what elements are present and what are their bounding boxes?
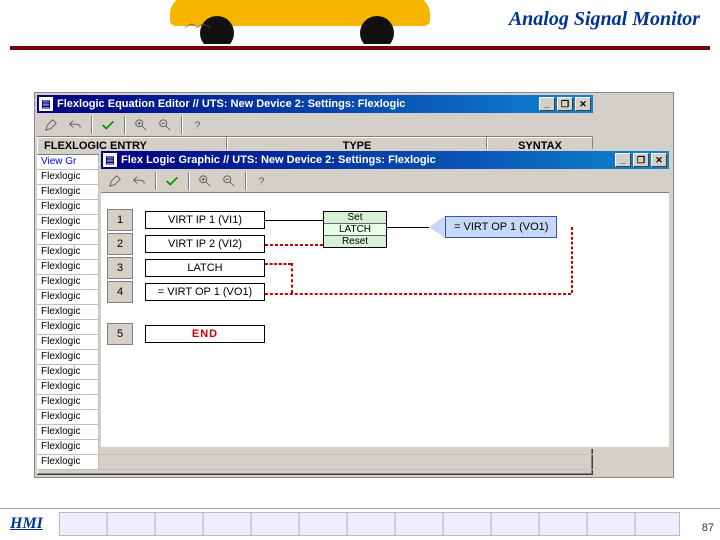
row-label: Flexlogic <box>37 185 99 199</box>
row-label: Flexlogic <box>37 410 99 424</box>
latch-name: LATCH <box>324 224 386 235</box>
view-graphic-link[interactable]: View Gr <box>37 155 99 169</box>
row-label: Flexlogic <box>37 380 99 394</box>
undo-icon[interactable] <box>129 171 149 191</box>
row-label: Flexlogic <box>37 230 99 244</box>
row-label: Flexlogic <box>37 260 99 274</box>
check-icon[interactable] <box>162 171 182 191</box>
logic-block[interactable]: LATCH <box>145 259 265 277</box>
row-label: Flexlogic <box>37 200 99 214</box>
workspace: ▤ Flexlogic Equation Editor // UTS: New … <box>34 92 674 478</box>
row-label: Flexlogic <box>37 395 99 409</box>
zoom-in-icon[interactable] <box>131 115 151 135</box>
connector-dashed <box>291 263 293 293</box>
page-title: Analog Signal Monitor <box>509 8 700 31</box>
row-number: 4 <box>107 281 133 303</box>
connector-dashed <box>265 293 571 295</box>
help-icon[interactable]: ? <box>188 115 208 135</box>
app-icon: ▤ <box>103 153 117 167</box>
svg-text:?: ? <box>259 175 265 187</box>
thumbnail-strip <box>59 512 680 536</box>
row-label: Flexlogic <box>37 215 99 229</box>
close-button[interactable]: ✕ <box>651 153 667 167</box>
maximize-button[interactable]: ❐ <box>557 97 573 111</box>
logic-block[interactable]: VIRT IP 2 (VI2) <box>145 235 265 253</box>
zoom-out-icon[interactable] <box>155 115 175 135</box>
graphic-toolbar: ? <box>101 169 669 193</box>
graphic-title: Flex Logic Graphic // UTS: New Device 2:… <box>121 154 436 166</box>
row-number: 3 <box>107 257 133 279</box>
row-label: Flexlogic <box>37 455 99 469</box>
row-label: Flexlogic <box>37 305 99 319</box>
row-number: 5 <box>107 323 133 345</box>
logic-block[interactable]: VIRT IP 1 (VI1) <box>145 211 265 229</box>
row-label: Flexlogic <box>37 365 99 379</box>
help-icon[interactable]: ? <box>252 171 272 191</box>
latch-set-label: Set <box>324 212 386 224</box>
end-block[interactable]: END <box>145 325 265 343</box>
latch-element[interactable]: Set LATCH Reset <box>323 211 387 248</box>
row-label: Flexlogic <box>37 320 99 334</box>
pencil-icon[interactable] <box>41 115 61 135</box>
undo-icon[interactable] <box>65 115 85 135</box>
graphic-canvas: 1 2 3 4 5 VIRT IP 1 (VI1) VIRT IP 2 (VI2… <box>101 193 669 447</box>
page-footer: HMI <box>0 508 720 538</box>
minimize-button[interactable]: _ <box>615 153 631 167</box>
bus-art: ෴෴ <box>170 0 430 44</box>
connector-dashed <box>265 244 323 246</box>
pencil-icon[interactable] <box>105 171 125 191</box>
editor-titlebar[interactable]: ▤ Flexlogic Equation Editor // UTS: New … <box>37 95 593 113</box>
logic-block[interactable]: = VIRT OP 1 (VO1) <box>145 283 265 301</box>
row-number: 1 <box>107 209 133 231</box>
editor-title: Flexlogic Equation Editor // UTS: New De… <box>57 98 405 110</box>
check-icon[interactable] <box>98 115 118 135</box>
graphic-window[interactable]: ▤ Flex Logic Graphic // UTS: New Device … <box>99 149 671 449</box>
row-number: 2 <box>107 233 133 255</box>
row-label: Flexlogic <box>37 425 99 439</box>
graphic-titlebar[interactable]: ▤ Flex Logic Graphic // UTS: New Device … <box>101 151 669 169</box>
output-block[interactable]: = VIRT OP 1 (VO1) <box>429 216 557 238</box>
footer-label: HMI <box>0 515 43 533</box>
connector-dashed <box>265 263 291 265</box>
svg-text:?: ? <box>195 119 201 131</box>
row-label: Flexlogic <box>37 350 99 364</box>
connector <box>265 220 323 221</box>
minimize-button[interactable]: _ <box>539 97 555 111</box>
connector-dashed <box>571 227 573 293</box>
app-icon: ▤ <box>39 97 53 111</box>
maximize-button[interactable]: ❐ <box>633 153 649 167</box>
connector <box>387 227 429 228</box>
end-label: END <box>192 328 218 340</box>
page-header: ෴෴ Analog Signal Monitor <box>10 2 710 50</box>
page-number: 87 <box>702 522 714 534</box>
row-label: Flexlogic <box>37 275 99 289</box>
row-label: Flexlogic <box>37 440 99 454</box>
close-button[interactable]: ✕ <box>575 97 591 111</box>
output-label: = VIRT OP 1 (VO1) <box>445 216 557 238</box>
row-label: Flexlogic <box>37 290 99 304</box>
zoom-in-icon[interactable] <box>195 171 215 191</box>
row-label: Flexlogic <box>37 335 99 349</box>
table-row[interactable]: Flexlogic <box>37 455 593 470</box>
row-label: Flexlogic <box>37 170 99 184</box>
latch-reset-label: Reset <box>324 235 386 247</box>
arrow-icon <box>429 216 445 238</box>
row-label: Flexlogic <box>37 245 99 259</box>
editor-toolbar: ? <box>37 113 593 137</box>
zoom-out-icon[interactable] <box>219 171 239 191</box>
